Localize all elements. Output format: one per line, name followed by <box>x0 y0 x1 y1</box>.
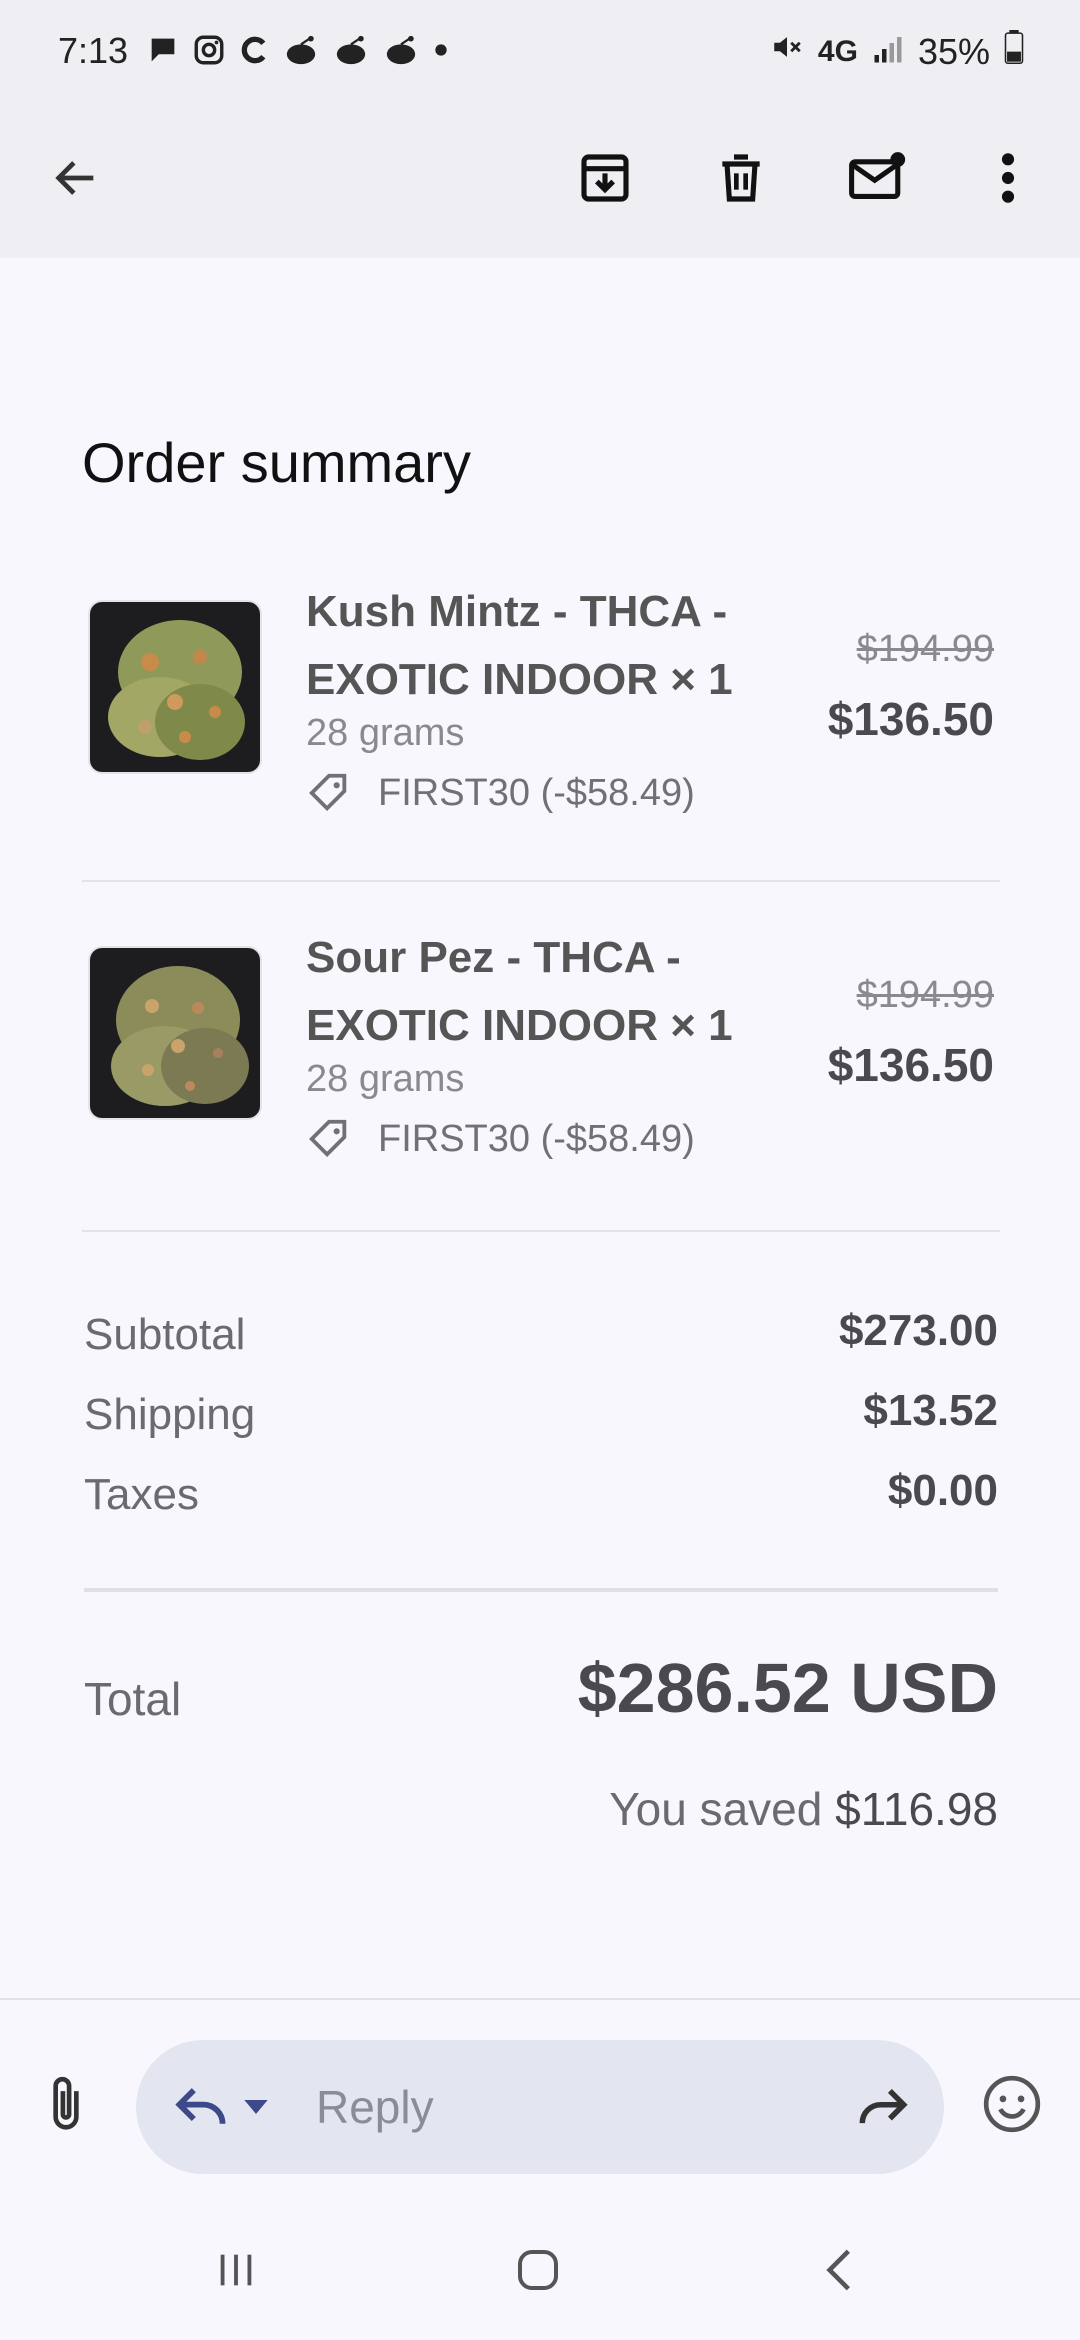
back-chevron-icon <box>826 2249 850 2291</box>
discount-text: FIRST30 (-$58.49) <box>378 771 695 814</box>
shipping-value: $13.52 <box>863 1386 998 1435</box>
emoji-icon <box>983 2075 1041 2133</box>
email-body: Order summary Kush Mintz - THCA - EXOTIC… <box>0 258 1080 1998</box>
attach-button[interactable] <box>34 2072 98 2136</box>
taxes-label: Taxes <box>84 1470 199 1519</box>
back-arrow-icon <box>55 161 94 195</box>
battery-level: 35% <box>917 30 990 72</box>
reply-placeholder: Reply <box>316 2081 434 2133</box>
subtotal-label: Subtotal <box>84 1310 246 1359</box>
notification-icons <box>146 32 450 68</box>
back-nav-button[interactable] <box>800 2240 880 2300</box>
delete-icon <box>722 154 760 202</box>
subtotal-value: $273.00 <box>838 1306 998 1355</box>
back-button[interactable] <box>36 138 116 218</box>
more-options-button[interactable] <box>968 138 1048 218</box>
forward-icon <box>859 2088 908 2124</box>
emoji-button[interactable] <box>976 2068 1048 2140</box>
order-item: Kush Mintz - THCA - EXOTIC INDOOR × 1 28… <box>82 578 1000 814</box>
chevron-down-icon <box>244 2100 268 2114</box>
savings-text: You saved $116.98 <box>609 1782 998 1836</box>
taxes-value: $0.00 <box>887 1466 998 1515</box>
saved-label: You saved <box>609 1783 823 1835</box>
more-notifications-dot-icon <box>432 32 450 68</box>
reply-type-button[interactable] <box>172 2074 292 2140</box>
more-vert-icon <box>1001 153 1015 203</box>
archive-icon <box>581 154 629 202</box>
item-price: $136.50 <box>827 1039 994 1091</box>
original-price: $194.99 <box>856 628 994 670</box>
shipping-label: Shipping <box>84 1390 256 1439</box>
original-price: $194.99 <box>856 974 994 1016</box>
attachment-icon <box>53 2076 79 2130</box>
recent-apps-icon <box>220 2254 252 2286</box>
mute-icon <box>770 30 804 73</box>
saved-amount: $116.98 <box>835 1783 998 1835</box>
product-name: Sour Pez - THCA - EXOTIC INDOOR × 1 <box>306 933 733 1050</box>
status-time: 7:13 <box>58 30 129 71</box>
taxes-row: Taxes $0.00 <box>84 1466 998 1530</box>
total-divider <box>84 1588 998 1592</box>
status-bar: 7:13 4G 35% <box>0 0 1080 100</box>
chat-bubble-icon <box>146 32 180 68</box>
instagram-icon <box>192 32 226 68</box>
reddit-icon <box>282 32 320 68</box>
app-bar <box>0 100 1080 258</box>
archive-button[interactable] <box>565 138 645 218</box>
divider <box>82 880 1000 882</box>
home-icon <box>518 2250 558 2290</box>
system-navigation-bar <box>0 2198 1080 2340</box>
order-item: Sour Pez - THCA - EXOTIC INDOOR × 1 28 g… <box>82 924 1000 1160</box>
divider <box>82 1230 1000 1232</box>
mark-unread-icon <box>849 152 906 199</box>
tag-icon <box>309 1119 347 1158</box>
forward-button[interactable] <box>850 2074 916 2140</box>
order-summary-title: Order summary <box>82 431 471 494</box>
network-type: 4G <box>817 34 858 68</box>
subtotal-row: Subtotal $273.00 <box>84 1306 998 1370</box>
mark-unread-button[interactable] <box>837 138 917 218</box>
discount-code: FIRST30 (-$58.49) <box>306 1116 695 1162</box>
battery-icon <box>1004 30 1024 73</box>
home-button[interactable] <box>498 2240 578 2300</box>
delete-button[interactable] <box>701 138 781 218</box>
signal-icon <box>872 31 904 73</box>
product-variant: 28 grams <box>306 1058 465 1100</box>
discount-code: FIRST30 (-$58.49) <box>306 770 695 816</box>
total-value: $286.52 USD <box>577 1649 998 1727</box>
total-label: Total <box>84 1673 182 1725</box>
recent-apps-button[interactable] <box>196 2240 276 2300</box>
reddit-icon <box>382 32 420 68</box>
discount-text: FIRST30 (-$58.49) <box>378 1117 695 1160</box>
product-name: Kush Mintz - THCA - EXOTIC INDOOR × 1 <box>306 587 733 704</box>
reply-bar: Reply <box>0 1998 1080 2200</box>
reply-field[interactable]: Reply <box>136 2040 944 2174</box>
product-image <box>88 600 262 774</box>
product-variant: 28 grams <box>306 712 465 754</box>
reddit-icon <box>332 32 370 68</box>
reply-icon <box>175 2088 226 2125</box>
status-indicators: 4G 35% <box>770 30 1024 73</box>
tag-icon <box>309 773 347 812</box>
c-app-icon <box>238 32 270 68</box>
product-image <box>88 946 262 1120</box>
item-price: $136.50 <box>827 693 994 745</box>
shipping-row: Shipping $13.52 <box>84 1386 998 1450</box>
